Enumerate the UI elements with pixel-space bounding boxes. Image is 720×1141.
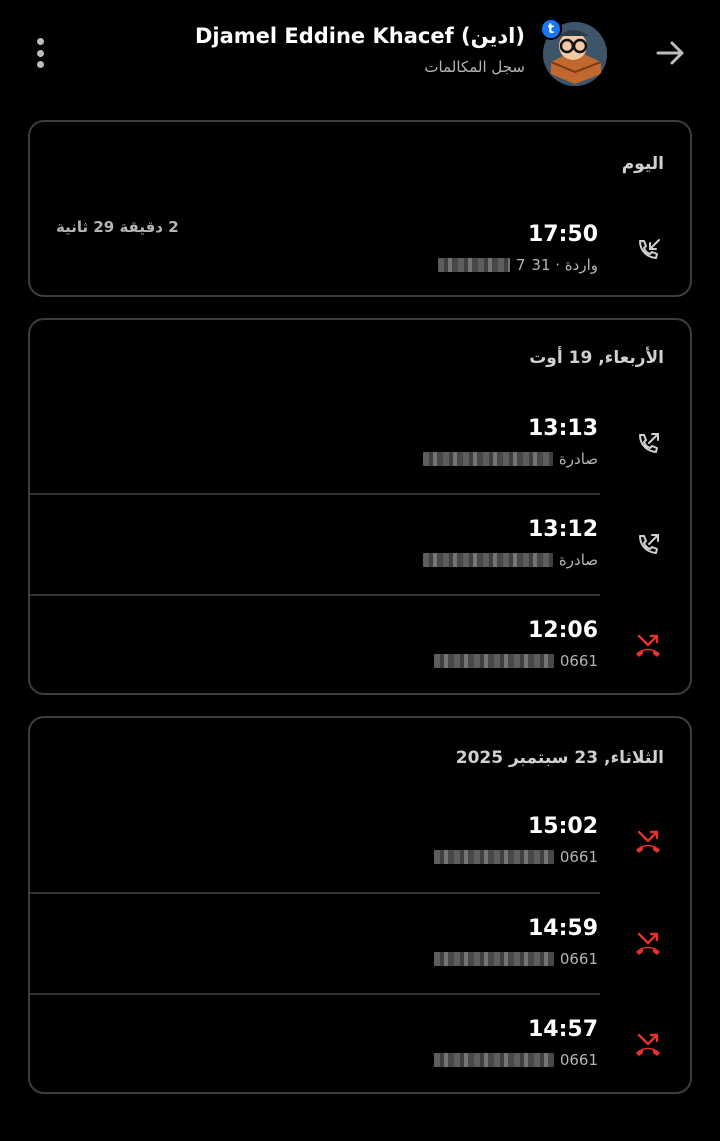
number-prefix: 0661 <box>559 1051 598 1069</box>
call-time: 14:59 <box>527 916 598 941</box>
app-header: Djamel Eddine Khacef (ادين) سجل المكالما… <box>0 0 720 105</box>
call-row[interactable]: 13:12 صادرة <box>30 493 690 593</box>
call-direction: صادرة <box>558 551 598 569</box>
call-meta: 0661 <box>433 1051 598 1069</box>
call-received-icon <box>639 239 660 259</box>
call-missed-icon <box>636 1033 660 1056</box>
arrow-forward-icon[interactable] <box>652 34 690 72</box>
number-prefix: 0661 <box>559 950 598 968</box>
call-meta: 7 واردة · 31 <box>437 256 598 274</box>
call-group-today: اليوم 17:50 7 واردة · 31 2 دقيقة 29 ثاني… <box>28 120 692 297</box>
number-prefix: 0661 <box>559 848 598 866</box>
call-missed-icon <box>636 830 660 853</box>
call-row[interactable]: 12:06 0661 <box>30 594 690 694</box>
call-group-tue: الثلاثاء, 23 سبتمبر 2025 15:02 0661 14:5… <box>28 716 692 1094</box>
call-direction: صادرة <box>558 450 598 468</box>
call-meta: صادرة <box>422 551 598 569</box>
redacted-number <box>433 1053 554 1067</box>
redacted-number <box>437 258 510 272</box>
redacted-number <box>433 952 554 966</box>
contact-name: Djamel Eddine Khacef (ادين) <box>194 24 525 48</box>
page-subtitle: سجل المكالمات <box>424 58 525 76</box>
day-label: الأربعاء, 19 أوت <box>529 348 664 368</box>
more-vert-icon[interactable] <box>26 36 54 70</box>
call-direction: واردة · 31 <box>531 256 598 274</box>
call-meta: 0661 <box>433 950 598 968</box>
call-time: 13:12 <box>527 517 598 542</box>
redacted-number <box>433 850 554 864</box>
call-row[interactable]: 13:13 صادرة <box>30 392 690 492</box>
call-duration: 2 دقيقة 29 ثانية <box>56 218 179 236</box>
call-missed-icon <box>636 932 660 955</box>
call-time: 12:06 <box>527 618 598 643</box>
number-prefix: 0661 <box>559 652 598 670</box>
call-time: 14:57 <box>527 1017 598 1042</box>
call-time: 13:13 <box>527 416 598 441</box>
call-missed-icon <box>636 634 660 657</box>
call-row[interactable]: 14:59 0661 <box>30 892 690 992</box>
call-made-icon <box>639 534 659 554</box>
call-row[interactable]: 15:02 0661 <box>30 790 690 890</box>
day-label: اليوم <box>621 154 664 174</box>
call-time: 17:50 <box>527 222 598 247</box>
contact-title-block: Djamel Eddine Khacef (ادين) سجل المكالما… <box>105 20 525 78</box>
call-meta: صادرة <box>422 450 598 468</box>
call-row[interactable]: 17:50 7 واردة · 31 2 دقيقة 29 ثانية <box>30 198 690 298</box>
redacted-number <box>433 654 554 668</box>
call-time: 15:02 <box>527 814 598 839</box>
day-label: الثلاثاء, 23 سبتمبر 2025 <box>455 748 664 768</box>
call-row[interactable]: 14:57 0661 <box>30 993 690 1093</box>
redacted-number <box>422 452 553 466</box>
call-meta: 0661 <box>433 652 598 670</box>
visible-digit: 7 <box>515 256 526 274</box>
call-made-icon <box>639 433 659 453</box>
call-group-wed: الأربعاء, 19 أوت 13:13 صادرة 13:12 صادرة… <box>28 318 692 695</box>
facebook-badge-icon: t <box>540 18 562 40</box>
call-meta: 0661 <box>433 848 598 866</box>
redacted-number <box>422 553 553 567</box>
